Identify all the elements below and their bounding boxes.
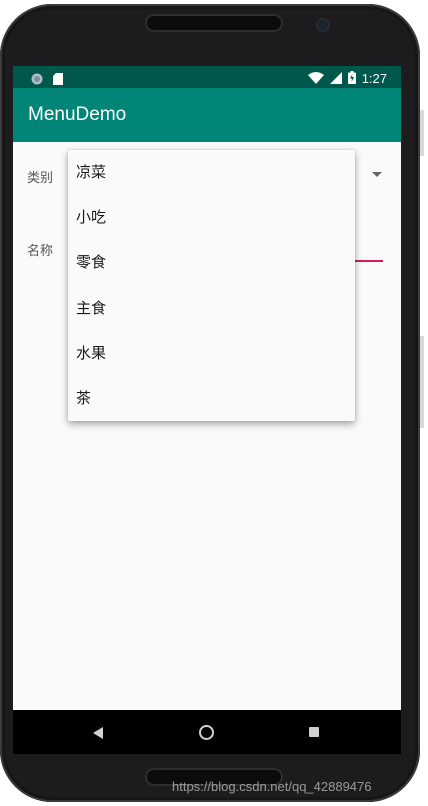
app-title: MenuDemo: [28, 104, 127, 125]
battery-icon: [347, 69, 356, 88]
name-label: 名称: [27, 244, 54, 259]
recents-icon[interactable]: [309, 727, 319, 737]
dropdown-item-4[interactable]: 主食: [68, 286, 355, 331]
sd-card-icon: [53, 70, 63, 89]
home-icon[interactable]: [199, 725, 214, 740]
navigation-bar: [13, 710, 401, 754]
wifi-icon: [307, 69, 324, 88]
sync-icon: [31, 70, 43, 89]
main-content: 类别 名称 凉菜 小吃 零食 主食 水果 茶: [13, 142, 401, 710]
dropdown-item-1[interactable]: 凉菜: [68, 150, 355, 195]
app-bar: MenuDemo: [13, 88, 401, 142]
category-label: 类别: [27, 171, 54, 186]
front-camera: [318, 20, 328, 30]
power-button: [420, 110, 424, 156]
status-time: 1:27: [361, 71, 387, 86]
name-input-underline[interactable]: [353, 260, 383, 262]
dropdown-item-6[interactable]: 茶: [68, 376, 355, 421]
status-bar: 1:27: [13, 66, 401, 88]
volume-button: [420, 336, 424, 428]
chevron-down-icon[interactable]: [372, 172, 382, 177]
category-dropdown-menu: 凉菜 小吃 零食 主食 水果 茶: [68, 150, 355, 421]
top-speaker: [147, 16, 281, 30]
signal-icon: [329, 69, 342, 88]
dropdown-item-5[interactable]: 水果: [68, 331, 355, 376]
dropdown-item-3[interactable]: 零食: [68, 240, 355, 285]
device-screen: 1:27 MenuDemo 类别 名称 凉菜 小吃 零食 主食 水果 茶: [13, 66, 401, 754]
dropdown-item-2[interactable]: 小吃: [68, 195, 355, 240]
watermark-text: https://blog.csdn.net/qq_42889476: [172, 779, 372, 794]
phone-frame: 1:27 MenuDemo 类别 名称 凉菜 小吃 零食 主食 水果 茶: [0, 4, 420, 802]
back-icon[interactable]: [93, 727, 103, 739]
